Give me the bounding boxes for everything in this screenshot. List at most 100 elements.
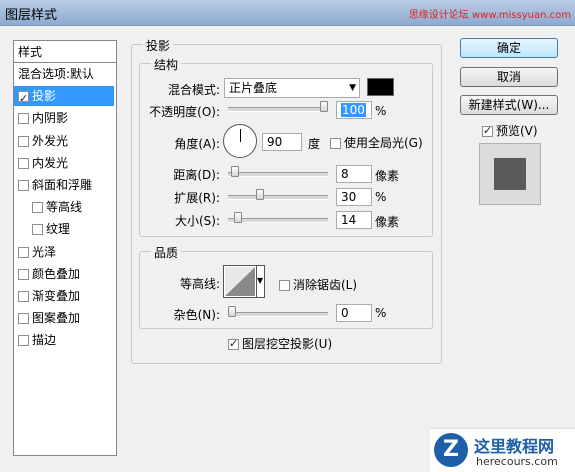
style-list-item[interactable]: 光泽 [14, 242, 114, 262]
window-title: 图层样式 [5, 8, 58, 23]
global-light-check[interactable] [330, 138, 341, 149]
watermark-text: 思缘设计论坛 www.missyuan.com [408, 10, 571, 21]
drop-shadow-title: 投影 [143, 37, 174, 54]
antialias-checkbox[interactable]: 消除锯齿(L) [279, 276, 357, 293]
style-list-item[interactable]: 纹理 [14, 219, 114, 239]
quality-title: 品质 [151, 244, 182, 261]
contour-preview-icon [225, 267, 255, 296]
spread-input[interactable]: 30 [336, 188, 372, 206]
blend-mode-select[interactable]: 正片叠底 ▼ [224, 78, 360, 98]
size-input[interactable]: 14 [336, 211, 372, 229]
logo-text: 这里教程网 [474, 437, 555, 456]
contour-picker[interactable]: ▼ [223, 265, 265, 298]
chevron-down-icon: ▼ [349, 83, 356, 93]
structure-title: 结构 [151, 56, 182, 73]
style-list-checkbox[interactable] [32, 224, 43, 236]
style-list-label: 内发光 [32, 155, 69, 170]
size-slider-handle[interactable] [233, 212, 242, 223]
spread-slider-track[interactable] [228, 195, 328, 200]
site-logo: Z 这里教程网 herecours.com [430, 428, 575, 472]
size-label: 大小(S): [174, 214, 220, 228]
style-list-checkbox[interactable] [32, 202, 43, 214]
style-list-label: 内阴影 [32, 111, 69, 126]
style-list-item[interactable]: 图案叠加 [14, 308, 114, 328]
style-preview-thumbnail [479, 143, 541, 205]
knockout-checkbox[interactable]: 图层挖空投影(U) [228, 335, 332, 352]
spread-label: 扩展(R): [174, 191, 220, 205]
spread-slider-handle[interactable] [255, 189, 264, 200]
preview-check[interactable] [482, 124, 493, 137]
style-list-item[interactable]: 斜面和浮雕 [14, 175, 114, 195]
angle-dial[interactable] [223, 124, 257, 158]
style-list-header: 样式 [14, 41, 116, 63]
preview-checkbox[interactable]: 预览(V) [482, 122, 538, 139]
noise-unit: % [375, 306, 387, 320]
style-list-checkbox[interactable] [18, 268, 29, 280]
style-list-label: 投影 [32, 89, 57, 104]
noise-label: 杂色(N): [173, 308, 220, 322]
style-list-label: 等高线 [46, 200, 83, 215]
style-list-item[interactable]: 内发光 [14, 153, 114, 173]
opacity-slider-track[interactable] [228, 107, 328, 112]
opacity-input[interactable]: 100 [336, 101, 372, 119]
style-list-label: 颜色叠加 [32, 266, 81, 281]
style-list-item[interactable]: 内阴影 [14, 108, 114, 128]
opacity-slider-handle[interactable] [320, 101, 328, 112]
style-list-label: 描边 [32, 333, 57, 348]
new-style-button[interactable]: 新建样式(W)... [460, 95, 558, 115]
cancel-button[interactable]: 取消 [460, 67, 558, 87]
noise-input[interactable]: 0 [336, 304, 372, 322]
style-list-label: 外发光 [32, 133, 69, 148]
style-list-checkbox[interactable] [18, 246, 29, 258]
angle-unit: 度 [308, 137, 321, 151]
distance-input[interactable]: 8 [336, 165, 372, 183]
knockout-check[interactable] [228, 337, 239, 350]
distance-slider-handle[interactable] [230, 166, 239, 177]
style-list-checkbox[interactable] [18, 135, 29, 147]
angle-input[interactable]: 90 [262, 133, 302, 151]
style-list: 样式 混合选项:默认投影内阴影外发光内发光斜面和浮雕等高线纹理光泽颜色叠加渐变叠… [13, 40, 117, 456]
style-list-item[interactable]: 渐变叠加 [14, 286, 114, 306]
style-list-item[interactable]: 投影 [14, 86, 114, 109]
noise-slider-handle[interactable] [228, 306, 236, 317]
distance-slider-track[interactable] [228, 172, 328, 177]
style-list-checkbox[interactable] [18, 291, 29, 302]
style-list-label: 光泽 [32, 244, 57, 259]
size-slider-track[interactable] [228, 218, 328, 223]
style-list-checkbox[interactable] [18, 113, 29, 125]
style-list-item[interactable]: 描边 [14, 330, 114, 350]
distance-unit: 像素 [375, 169, 400, 183]
angle-label: 角度(A): [174, 137, 220, 151]
style-list-item[interactable]: 外发光 [14, 131, 114, 151]
size-unit: 像素 [375, 215, 400, 229]
style-list-label: 图案叠加 [32, 311, 81, 326]
global-light-checkbox[interactable]: 使用全局光(G) [330, 134, 423, 151]
angle-dial-needle [240, 129, 241, 142]
noise-slider-track[interactable] [228, 312, 328, 317]
opacity-unit: % [375, 104, 387, 118]
style-list-checkbox[interactable] [18, 157, 29, 169]
ok-button[interactable]: 确定 [460, 38, 558, 58]
antialias-check[interactable] [279, 280, 290, 291]
logo-url: herecours.com [476, 455, 558, 468]
blend-color-swatch[interactable] [367, 78, 394, 96]
style-list-checkbox[interactable] [18, 180, 29, 191]
contour-dropdown-icon[interactable]: ▼ [257, 276, 263, 285]
opacity-label: 不透明度(O): [149, 105, 220, 119]
blend-mode-label: 混合模式: [167, 83, 220, 97]
style-list-label: 混合选项:默认 [18, 67, 95, 81]
style-list-checkbox[interactable] [18, 89, 29, 109]
style-list-item[interactable]: 等高线 [14, 197, 114, 217]
title-bar[interactable]: 图层样式 思缘设计论坛 www.missyuan.com [0, 0, 575, 26]
style-list-label: 纹理 [46, 222, 71, 237]
style-list-item[interactable]: 混合选项:默认 [14, 64, 114, 84]
logo-z-icon: Z [434, 433, 468, 467]
style-list-checkbox[interactable] [18, 335, 29, 347]
style-list-label: 斜面和浮雕 [32, 178, 93, 192]
style-list-item[interactable]: 颜色叠加 [14, 264, 114, 284]
style-list-checkbox[interactable] [18, 313, 29, 325]
spread-unit: % [375, 190, 387, 204]
preview-swatch [494, 158, 526, 190]
distance-label: 距离(D): [173, 168, 220, 182]
style-list-label: 渐变叠加 [32, 289, 81, 303]
